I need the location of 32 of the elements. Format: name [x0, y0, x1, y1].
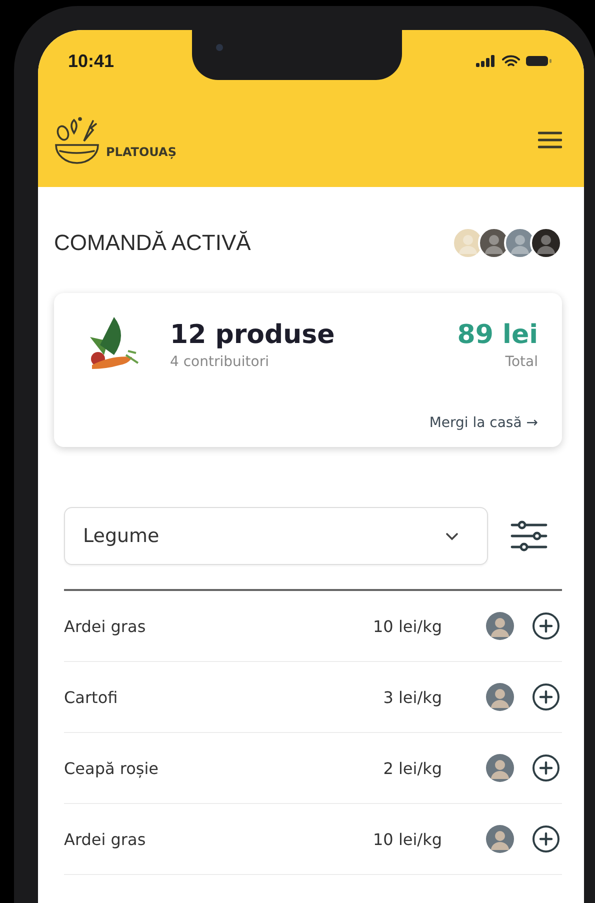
total-label: Total — [504, 354, 538, 370]
category-dropdown[interactable]: Legume — [64, 507, 488, 565]
product-count: 12 produse — [170, 320, 336, 350]
product-name: Ardei gras — [64, 616, 147, 636]
add-button[interactable] — [532, 683, 560, 711]
chevron-down-icon — [445, 532, 459, 540]
section-title: COMANDĂ ACTIVĂ — [54, 230, 251, 256]
product-price: 10 lei/kg — [373, 616, 442, 636]
wifi-icon — [502, 54, 520, 68]
product-name: Ardei gras — [64, 830, 147, 848]
product-name: Cartofi — [64, 688, 119, 706]
add-button[interactable] — [532, 825, 560, 853]
product-name: Ceapă roșie — [64, 758, 160, 778]
signal-icon — [476, 55, 496, 67]
add-button[interactable] — [532, 612, 560, 640]
avatar — [486, 754, 514, 782]
contributor-count: 4 contribuitori — [170, 354, 270, 370]
avatar — [530, 227, 562, 259]
order-total: 89 lei — [457, 320, 538, 350]
checkout-link[interactable]: Mergi la casă → — [429, 415, 538, 431]
avatar — [486, 612, 514, 640]
filter-settings-button[interactable] — [510, 520, 548, 552]
product-price: 3 lei/kg — [383, 688, 442, 706]
avatar — [486, 825, 514, 853]
avatar — [486, 683, 514, 711]
battery-icon — [526, 55, 552, 67]
brand-name: PLATOUAȘ — [106, 144, 176, 158]
product-price: 2 lei/kg — [383, 758, 442, 778]
add-button[interactable] — [532, 754, 560, 782]
product-price: 10 lei/kg — [373, 830, 442, 848]
salad-bowl-logo-icon — [54, 114, 100, 164]
status-time: 10:41 — [68, 50, 114, 72]
